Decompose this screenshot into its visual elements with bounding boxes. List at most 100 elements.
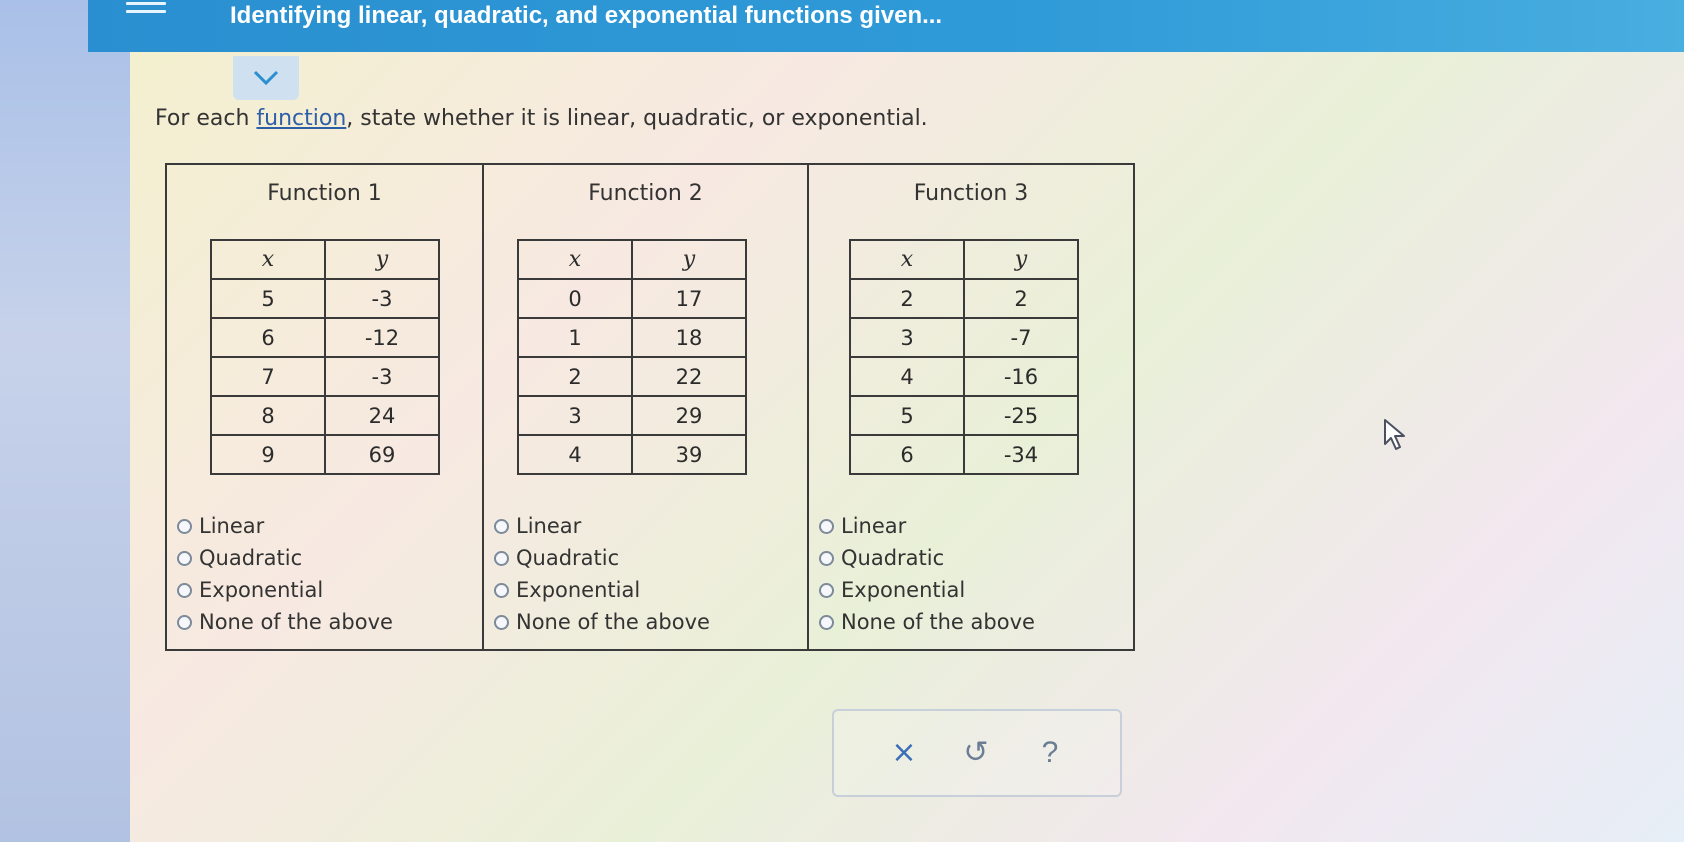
function-3-options: Linear Quadratic Exponential None of the… — [819, 510, 1035, 638]
radio-button[interactable] — [494, 582, 509, 598]
table-row: 4 39 — [517, 434, 747, 475]
table-row: 5 -25 — [849, 395, 1079, 436]
y-cell: 29 — [631, 395, 747, 436]
y-header: y — [963, 239, 1079, 280]
help-button[interactable]: ? — [1030, 733, 1070, 773]
radio-button[interactable] — [177, 518, 192, 534]
option-linear[interactable]: Linear — [819, 510, 1035, 542]
table-row: 0 17 — [517, 278, 747, 319]
x-cell: 6 — [210, 317, 326, 358]
function-2-table: x y 0 17 1 18 2 22 3 29 4 39 — [517, 239, 747, 475]
y-cell: 69 — [324, 434, 440, 475]
page-title: Identifying linear, quadratic, and expon… — [230, 2, 943, 29]
option-linear[interactable]: Linear — [494, 510, 710, 542]
undo-button[interactable]: ↺ — [956, 733, 996, 773]
option-label: Exponential — [841, 578, 966, 602]
radio-button[interactable] — [819, 550, 834, 566]
option-exponential[interactable]: Exponential — [494, 574, 710, 606]
function-2-column: Function 2 x y 0 17 1 18 2 22 3 29 4 39 … — [482, 165, 807, 649]
table-row: 7 -3 — [210, 356, 440, 397]
x-cell: 4 — [517, 434, 633, 475]
radio-button[interactable] — [819, 518, 834, 534]
option-label: Linear — [199, 514, 265, 538]
x-cell: 2 — [849, 278, 965, 319]
y-cell: -3 — [324, 356, 440, 397]
menu-icon[interactable] — [126, 2, 166, 16]
x-cell: 4 — [849, 356, 965, 397]
y-cell: 18 — [631, 317, 747, 358]
y-cell: -3 — [324, 278, 440, 319]
option-label: Exponential — [516, 578, 641, 602]
y-header: y — [324, 239, 440, 280]
answer-toolbar: × ↺ ? — [832, 709, 1122, 797]
radio-button[interactable] — [177, 550, 192, 566]
x-cell: 1 — [517, 317, 633, 358]
clear-button[interactable]: × — [884, 733, 924, 773]
function-1-title: Function 1 — [267, 181, 382, 206]
radio-button[interactable] — [819, 614, 834, 630]
y-header: y — [631, 239, 747, 280]
option-label: None of the above — [199, 610, 393, 634]
radio-button[interactable] — [819, 582, 834, 598]
option-none[interactable]: None of the above — [819, 606, 1035, 638]
option-quadratic[interactable]: Quadratic — [494, 542, 710, 574]
radio-button[interactable] — [177, 582, 192, 598]
table-row: 6 -34 — [849, 434, 1079, 475]
table-row: 8 24 — [210, 395, 440, 436]
y-cell: -34 — [963, 434, 1079, 475]
option-label: Quadratic — [516, 546, 620, 570]
function-2-title: Function 2 — [588, 181, 703, 206]
x-cell: 5 — [849, 395, 965, 436]
option-label: None of the above — [516, 610, 710, 634]
function-3-table: x y 2 2 3 -7 4 -16 5 -25 6 -34 — [849, 239, 1079, 475]
function-3-column: Function 3 x y 2 2 3 -7 4 -16 5 -25 6 -3… — [807, 165, 1133, 649]
table-row: 3 29 — [517, 395, 747, 436]
option-label: None of the above — [841, 610, 1035, 634]
question-prompt: For each function, state whether it is l… — [155, 106, 928, 131]
option-quadratic[interactable]: Quadratic — [177, 542, 393, 574]
radio-button[interactable] — [494, 614, 509, 630]
x-cell: 2 — [517, 356, 633, 397]
table-row: 9 69 — [210, 434, 440, 475]
x-cell: 0 — [517, 278, 633, 319]
option-exponential[interactable]: Exponential — [819, 574, 1035, 606]
y-cell: 22 — [631, 356, 747, 397]
x-cell: 7 — [210, 356, 326, 397]
table-row: 2 2 — [849, 278, 1079, 319]
option-none[interactable]: None of the above — [177, 606, 393, 638]
x-cell: 3 — [517, 395, 633, 436]
left-margin — [0, 0, 130, 842]
option-quadratic[interactable]: Quadratic — [819, 542, 1035, 574]
y-cell: 17 — [631, 278, 747, 319]
function-link[interactable]: function — [256, 106, 346, 131]
x-cell: 6 — [849, 434, 965, 475]
x-cell: 9 — [210, 434, 326, 475]
function-3-title: Function 3 — [913, 181, 1029, 206]
x-cell: 5 — [210, 278, 326, 319]
mouse-pointer-icon — [1383, 418, 1409, 456]
option-none[interactable]: None of the above — [494, 606, 710, 638]
option-linear[interactable]: Linear — [177, 510, 393, 542]
prompt-text-after: , state whether it is linear, quadratic,… — [346, 106, 928, 131]
y-cell: -7 — [963, 317, 1079, 358]
x-header: x — [210, 239, 326, 280]
radio-button[interactable] — [177, 614, 192, 630]
table-row: 5 -3 — [210, 278, 440, 319]
y-cell: -25 — [963, 395, 1079, 436]
x-cell: 8 — [210, 395, 326, 436]
option-exponential[interactable]: Exponential — [177, 574, 393, 606]
table-row: 1 18 — [517, 317, 747, 358]
table-row: 6 -12 — [210, 317, 440, 358]
x-cell: 3 — [849, 317, 965, 358]
radio-button[interactable] — [494, 518, 509, 534]
function-2-options: Linear Quadratic Exponential None of the… — [494, 510, 710, 638]
collapse-button[interactable] — [233, 56, 299, 100]
chevron-down-icon — [253, 70, 279, 86]
option-label: Quadratic — [199, 546, 303, 570]
function-1-options: Linear Quadratic Exponential None of the… — [177, 510, 393, 638]
radio-button[interactable] — [494, 550, 509, 566]
y-cell: -12 — [324, 317, 440, 358]
table-row: 4 -16 — [849, 356, 1079, 397]
y-cell: -16 — [963, 356, 1079, 397]
functions-panel: Function 1 x y 5 -3 6 -12 7 -3 8 24 9 69… — [165, 163, 1135, 651]
